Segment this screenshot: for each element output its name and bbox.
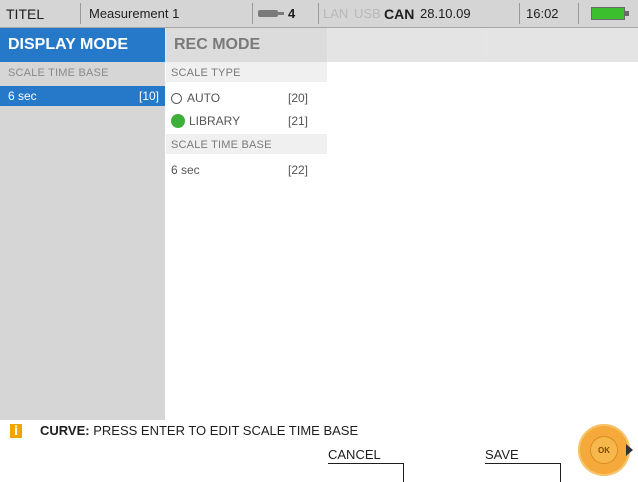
info-icon: i xyxy=(10,424,22,438)
tab-empty[interactable] xyxy=(328,28,486,62)
tab-bar: DISPLAY MODE REC MODE xyxy=(0,28,638,62)
battery-icon xyxy=(591,7,629,20)
list-item-code: [10] xyxy=(138,89,159,103)
chevron-right-icon xyxy=(626,444,633,456)
scale-time-base-header: SCALE TIME BASE xyxy=(171,139,272,151)
option-label: LIBRARY xyxy=(189,114,241,128)
softkey-divider xyxy=(403,463,404,482)
cancel-label: CANCEL xyxy=(328,447,381,462)
time-display: 16:02 xyxy=(526,6,559,21)
option-library[interactable]: LIBRARY [21] xyxy=(166,111,327,131)
save-button[interactable]: SAVE xyxy=(485,446,565,482)
option-label: AUTO xyxy=(187,91,221,105)
time-base-label: 6 sec xyxy=(171,163,200,177)
ok-button[interactable]: OK xyxy=(578,424,633,476)
softkey-underline xyxy=(328,463,404,464)
cancel-button[interactable]: CANCEL xyxy=(328,446,408,482)
status-divider xyxy=(318,3,319,24)
tab-empty[interactable] xyxy=(487,28,638,62)
lan-indicator: LAN xyxy=(323,6,349,21)
scale-type-header: SCALE TYPE xyxy=(171,67,241,79)
radio-filled-icon[interactable] xyxy=(171,114,185,128)
status-divider xyxy=(252,3,253,24)
info-message: CURVE: PRESS ENTER TO EDIT SCALE TIME BA… xyxy=(40,423,358,438)
tab-rec-mode[interactable]: REC MODE xyxy=(166,28,327,62)
plug-icon xyxy=(258,9,284,19)
status-divider xyxy=(519,3,520,24)
radio-empty-icon[interactable] xyxy=(171,92,182,104)
info-text: PRESS ENTER TO EDIT SCALE TIME BASE xyxy=(93,423,359,438)
battery-count-indicator: 4 xyxy=(258,0,318,27)
ok-label: OK xyxy=(590,436,618,464)
info-line: i CURVE: PRESS ENTER TO EDIT SCALE TIME … xyxy=(0,420,638,444)
status-divider xyxy=(80,3,81,24)
list-item-time-base[interactable]: 6 sec [10] xyxy=(0,86,165,106)
left-panel: SCALE TIME BASE 6 sec [10] xyxy=(0,62,165,420)
tab-display-mode[interactable]: DISPLAY MODE xyxy=(0,28,165,62)
list-item-label: 6 sec xyxy=(8,89,37,103)
can-indicator: CAN xyxy=(384,5,415,22)
time-base-code: [22] xyxy=(288,163,309,177)
option-code: [21] xyxy=(288,114,309,128)
content-area xyxy=(328,62,638,420)
softkey-underline xyxy=(485,463,561,464)
save-label: SAVE xyxy=(485,447,519,462)
option-auto[interactable]: AUTO [20] xyxy=(166,88,327,108)
scale-time-base-header: SCALE TIME BASE xyxy=(8,67,109,79)
usb-indicator: USB xyxy=(354,6,381,21)
status-divider xyxy=(578,3,579,24)
app-title: TITEL xyxy=(6,5,45,22)
time-base-value[interactable]: 6 sec [22] xyxy=(166,160,327,180)
info-prefix: CURVE: xyxy=(40,423,90,438)
softkey-divider xyxy=(560,463,561,482)
date-display: 28.10.09 xyxy=(420,6,471,21)
measurement-name: Measurement 1 xyxy=(89,6,180,21)
battery-count: 4 xyxy=(288,6,296,21)
status-bar: TITEL Measurement 1 4 LAN USB CAN 28.10.… xyxy=(0,0,638,28)
options-panel: SCALE TYPE AUTO [20] LIBRARY [21] SCALE … xyxy=(166,62,327,182)
option-code: [20] xyxy=(288,91,309,105)
